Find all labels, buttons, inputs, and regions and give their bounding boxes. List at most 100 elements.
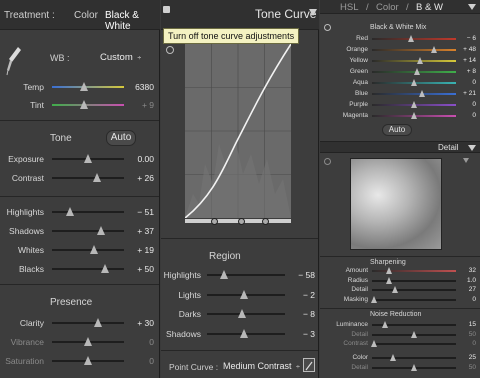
sharpen-amount-value[interactable]: 32: [456, 267, 476, 274]
region-shadows-slider[interactable]: Shadows − 3: [161, 327, 319, 341]
bw-orange-slider[interactable]: Orange + 48: [320, 45, 480, 55]
sharpen-amount-slider[interactable]: Amount 32: [320, 266, 480, 276]
whites-slider[interactable]: Whites + 19: [0, 243, 160, 257]
region-highlights-track[interactable]: [207, 270, 285, 279]
region-highlights-slider[interactable]: Highlights − 58: [161, 268, 319, 282]
bw-yellow-value[interactable]: + 14: [456, 57, 476, 64]
color-nr-color-track[interactable]: [372, 354, 456, 361]
exposure-slider[interactable]: Exposure 0.00: [0, 152, 160, 166]
tone-curve-graph[interactable]: [185, 44, 291, 218]
collapse-triangle-icon[interactable]: [463, 158, 469, 163]
tint-track[interactable]: [52, 100, 124, 109]
color-nr-detail-slider[interactable]: Detail 50: [320, 363, 480, 373]
sharpen-detail-track[interactable]: [372, 286, 456, 293]
whites-thumb[interactable]: [89, 245, 98, 254]
bw-red-value[interactable]: − 6: [456, 35, 476, 42]
split-handle-shadows[interactable]: [211, 218, 218, 225]
temp-slider[interactable]: Temp 6380: [0, 80, 160, 94]
sharpen-detail-slider[interactable]: Detail 27: [320, 285, 480, 295]
bw-blue-value[interactable]: + 21: [456, 90, 476, 97]
region-highlights-thumb[interactable]: [220, 270, 229, 279]
bw-purple-slider[interactable]: Purple 0: [320, 100, 480, 110]
region-shadows-thumb[interactable]: [240, 328, 249, 338]
contrast-value[interactable]: + 26: [126, 173, 154, 183]
treatment-bw-button[interactable]: Black & White: [105, 10, 160, 32]
point-curve-select[interactable]: Medium Contrast ÷: [223, 361, 300, 371]
region-shadows-track[interactable]: [207, 328, 285, 338]
shadows-value[interactable]: + 37: [126, 226, 154, 236]
bw-purple-value[interactable]: 0: [456, 101, 476, 108]
saturation-slider[interactable]: Saturation 0: [0, 354, 160, 368]
bw-aqua-thumb[interactable]: [411, 79, 417, 86]
detail-target-icon[interactable]: [324, 158, 331, 165]
region-shadows-value[interactable]: − 3: [285, 329, 315, 339]
region-highlights-value[interactable]: − 58: [285, 270, 315, 280]
clarity-slider[interactable]: Clarity + 30: [0, 316, 160, 330]
tone-curve-title[interactable]: Tone Curve: [255, 7, 316, 21]
bw-aqua-value[interactable]: 0: [456, 79, 476, 86]
color-nr-color-thumb[interactable]: [390, 354, 396, 361]
bw-aqua-track[interactable]: [372, 79, 456, 86]
highlights-thumb[interactable]: [66, 207, 74, 216]
bw-blue-slider[interactable]: Blue + 21: [320, 89, 480, 99]
bw-green-slider[interactable]: Green + 8: [320, 67, 480, 77]
temp-track[interactable]: [52, 82, 124, 91]
noise-luminance-slider[interactable]: Luminance 15: [320, 320, 480, 330]
noise-luminance-value[interactable]: 15: [456, 321, 476, 328]
whites-track[interactable]: [52, 245, 124, 254]
tint-thumb[interactable]: [80, 100, 89, 109]
clarity-thumb[interactable]: [94, 318, 103, 327]
region-lights-thumb[interactable]: [240, 289, 249, 299]
color-nr-color-slider[interactable]: Color 25: [320, 353, 480, 363]
tone-auto-button[interactable]: Auto: [106, 130, 136, 146]
vibrance-slider[interactable]: Vibrance 0: [0, 335, 160, 349]
bw-green-track[interactable]: [372, 68, 456, 75]
shadows-track[interactable]: [52, 226, 124, 235]
bw-red-track[interactable]: [372, 35, 456, 42]
noise-luminance-thumb[interactable]: [381, 321, 388, 328]
temp-value[interactable]: 6380: [126, 82, 154, 92]
tint-slider[interactable]: Tint + 9: [0, 98, 160, 112]
collapse-triangle-icon[interactable]: [468, 145, 476, 151]
exposure-thumb[interactable]: [84, 154, 92, 163]
sharpen-masking-thumb[interactable]: [370, 295, 377, 303]
sharpen-masking-track[interactable]: [370, 295, 456, 303]
contrast-slider[interactable]: Contrast + 26: [0, 171, 160, 185]
split-handle-highlights[interactable]: [262, 218, 269, 225]
sharpen-radius-track[interactable]: [372, 276, 456, 284]
highlights-track[interactable]: [52, 207, 124, 216]
bw-red-thumb[interactable]: [408, 35, 415, 42]
bw-yellow-thumb[interactable]: [416, 57, 423, 64]
region-darks-track[interactable]: [207, 309, 285, 318]
noise-luminance-track[interactable]: [372, 321, 456, 328]
sharpen-radius-thumb[interactable]: [385, 276, 392, 284]
color-nr-color-value[interactable]: 25: [456, 354, 476, 361]
bw-red-slider[interactable]: Red − 6: [320, 34, 480, 44]
tab-color[interactable]: Color: [376, 2, 399, 13]
blacks-track[interactable]: [52, 264, 124, 273]
vibrance-value[interactable]: 0: [126, 337, 154, 347]
noise-detail-value[interactable]: 50: [456, 331, 476, 338]
collapse-triangle-icon[interactable]: [309, 9, 317, 16]
highlights-slider[interactable]: Highlights − 51: [0, 205, 160, 219]
bw-orange-track[interactable]: [372, 46, 456, 53]
exposure-track[interactable]: [52, 154, 124, 163]
region-darks-thumb[interactable]: [238, 309, 247, 318]
sharpen-detail-value[interactable]: 27: [456, 286, 476, 293]
color-nr-detail-track[interactable]: [372, 363, 456, 371]
whites-value[interactable]: + 19: [126, 245, 154, 255]
bw-yellow-track[interactable]: [372, 57, 456, 64]
detail-title[interactable]: Detail: [438, 143, 458, 152]
color-nr-detail-value[interactable]: 50: [456, 364, 476, 371]
bw-purple-track[interactable]: [372, 101, 456, 108]
region-darks-slider[interactable]: Darks − 8: [161, 307, 319, 321]
bw-yellow-slider[interactable]: Yellow + 14: [320, 56, 480, 66]
region-darks-value[interactable]: − 8: [285, 309, 315, 319]
bw-magenta-value[interactable]: 0: [456, 112, 476, 119]
blacks-value[interactable]: + 50: [126, 264, 154, 274]
bw-orange-thumb[interactable]: [431, 46, 438, 53]
collapse-triangle-icon[interactable]: [468, 4, 476, 10]
contrast-thumb[interactable]: [92, 173, 101, 182]
vibrance-track[interactable]: [52, 337, 124, 346]
bw-magenta-slider[interactable]: Magenta 0: [320, 111, 480, 121]
